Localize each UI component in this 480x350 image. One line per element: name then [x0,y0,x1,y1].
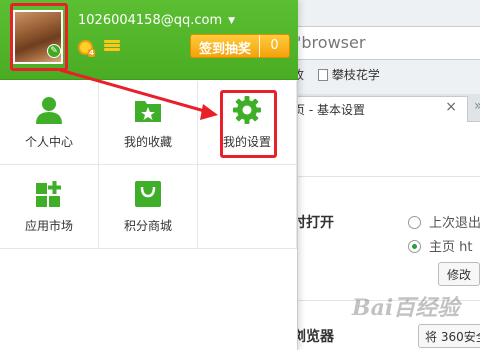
level-badge-icon[interactable]: 4 [78,40,95,57]
grid-item-label: 应用市场 [24,219,73,233]
coins-icon[interactable] [104,40,120,54]
grid-item-empty [198,165,297,249]
grid-item-points-mall[interactable]: 积分商城 [99,165,198,249]
radio-label: 上次退出 [429,216,480,231]
level-number: 4 [88,49,95,57]
tab-title: 页 - 基本设置 [293,103,365,117]
checkin-label: 签到抽奖 [199,42,252,57]
person-icon [36,97,62,124]
grid-item-favorites[interactable]: 我的收藏 [99,81,198,165]
user-menu-panel: ✎ 1026004158@qq.com ▼ 4 签到抽奖 0 个人中心 我的收藏 [0,0,298,350]
email-text: 1026004158@qq.com [78,13,223,28]
set-default-browser-button[interactable]: 将 360安全 [418,324,480,348]
address-bar[interactable]: 'browser [292,26,480,60]
bookmarks-bar: 收 攀枝花学 [292,66,480,88]
tab-settings[interactable]: 页 - 基本设置 × [292,96,468,122]
grid-item-label: 我的收藏 [123,135,172,149]
checkin-count: 0 [259,35,289,57]
radio-label: 主页 ht [429,240,473,255]
watermark-logo: Bai百经验 [352,295,460,321]
radio-icon [408,216,421,229]
close-icon[interactable]: × [445,99,457,115]
grid-item-personal-center[interactable]: 个人中心 [0,81,99,165]
account-email[interactable]: 1026004158@qq.com ▼ [78,13,235,28]
grid-item-label: 个人中心 [24,135,73,149]
page-icon [317,69,328,81]
modify-homepage-button[interactable]: 修改 [438,262,480,286]
checkin-lottery-button[interactable]: 签到抽奖 0 [190,34,290,58]
tab-strip: 页 - 基本设置 × » [292,94,480,122]
radio-homepage[interactable]: 主页 ht [408,236,472,255]
grid-item-label: 我的设置 [222,135,271,149]
bookmark-item[interactable]: 攀枝花学 [332,68,380,82]
startup-section-title: 时打开 [292,215,334,231]
grid-item-settings[interactable]: 我的设置 [198,81,297,165]
divider [292,176,480,177]
more-tabs-icon[interactable]: » [474,98,480,114]
shopping-bag-icon [135,181,161,207]
radio-checked-icon [408,240,421,253]
default-browser-section-title: 浏览器 [292,329,334,345]
radio-last-session[interactable]: 上次退出 [408,212,480,231]
panel-header: ✎ 1026004158@qq.com ▼ 4 签到抽奖 0 [0,0,298,80]
apps-grid-icon [36,181,61,207]
gear-icon [233,96,261,124]
edit-avatar-icon[interactable]: ✎ [47,44,61,58]
grid-item-app-market[interactable]: 应用市场 [0,165,99,249]
folder-star-icon [135,101,161,122]
grid-item-label: 积分商城 [123,219,172,233]
chevron-down-icon: ▼ [228,16,236,26]
